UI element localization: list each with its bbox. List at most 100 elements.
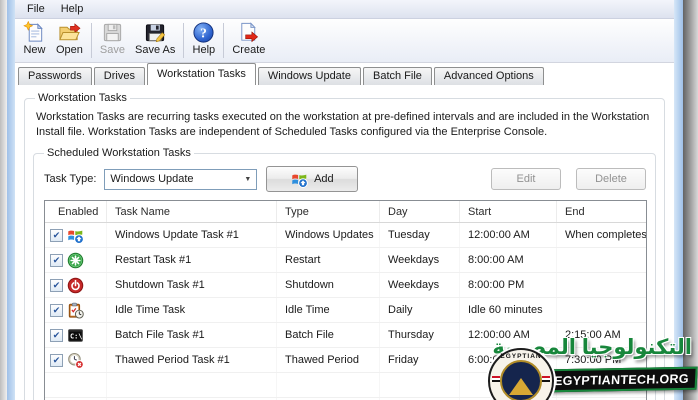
scheduled-tasks-table: EnabledTask NameTypeDayStartEnd ✔ Windows… [44, 200, 647, 400]
window-border-right-glass [674, 0, 683, 400]
tab-windows-update[interactable]: Windows Update [258, 67, 361, 85]
enabled-checkbox[interactable]: ✔ [50, 354, 63, 367]
cell-start: 12:00:00 AM [460, 323, 557, 347]
table-row[interactable]: ✔Windows Update Task #1Windows UpdatesTu… [45, 223, 646, 248]
window-border-left-glass [7, 0, 15, 400]
cell-empty [277, 373, 380, 397]
toolbar-button-create[interactable]: Create [227, 20, 270, 61]
toolbar-button-label: Save As [135, 44, 175, 57]
cell-task-name: Shutdown Task #1 [107, 273, 277, 297]
cell-type: Restart [277, 248, 380, 272]
group-workstation-tasks: Workstation Tasks Workstation Tasks are … [24, 92, 665, 400]
toolbar-button-save-as[interactable]: Save As [130, 20, 180, 61]
table-row-empty[interactable] [45, 373, 646, 398]
column-header-type[interactable]: Type [277, 201, 380, 222]
cell-day: Weekdays [380, 273, 460, 297]
task-type-label: Task Type: [44, 173, 96, 185]
saveas-icon [144, 21, 167, 44]
toolbar-button-label: Save [100, 44, 125, 57]
tab-drives[interactable]: Drives [94, 67, 145, 85]
app-window: FileHelp NewOpenSaveSave As?HelpCreate P… [0, 0, 698, 400]
menu-bar: FileHelp [15, 0, 674, 19]
toolbar-button-help[interactable]: ? Help [187, 20, 220, 61]
idle-time-icon [67, 302, 84, 319]
cell-empty [557, 373, 646, 397]
shutdown-icon [67, 277, 84, 294]
save-icon [101, 21, 124, 44]
add-button[interactable]: Add [266, 166, 358, 192]
tab-workstation-tasks[interactable]: Workstation Tasks [147, 63, 256, 85]
menu-file[interactable]: File [19, 2, 53, 16]
column-header-enabled[interactable]: Enabled [45, 201, 107, 222]
table-header: EnabledTask NameTypeDayStartEnd [45, 201, 646, 223]
task-type-selected-value: Windows Update [110, 173, 193, 185]
edit-button[interactable]: Edit [491, 168, 561, 190]
open-icon [58, 21, 81, 44]
cell-enabled: ✔ [45, 223, 107, 247]
cell-day: Friday [380, 348, 460, 372]
cell-enabled: ✔ C:\ [45, 323, 107, 347]
toolbar-button-label: Help [193, 44, 216, 57]
toolbar-button-save[interactable]: Save [95, 20, 130, 61]
group-scheduled-title: Scheduled Workstation Tasks [44, 147, 194, 159]
task-type-select[interactable]: Windows Update ▼ [104, 169, 257, 190]
cell-task-name: Batch File Task #1 [107, 323, 277, 347]
column-header-end[interactable]: End [557, 201, 646, 222]
cell-type: Windows Updates [277, 223, 380, 247]
cell-type: Batch File [277, 323, 380, 347]
svg-text:?: ? [201, 25, 208, 40]
column-header-day[interactable]: Day [380, 201, 460, 222]
table-row[interactable]: ✔C:\Batch File Task #1Batch FileThursday… [45, 323, 646, 348]
tab-strip: PasswordsDrivesWorkstation TasksWindows … [15, 63, 674, 85]
cell-day: Weekdays [380, 248, 460, 272]
toolbar-button-new[interactable]: New [18, 20, 51, 61]
toolbar-separator [183, 23, 184, 58]
tab-advanced-options[interactable]: Advanced Options [434, 67, 544, 85]
workstation-tasks-description: Workstation Tasks are recurring tasks ex… [36, 110, 656, 140]
tab-passwords[interactable]: Passwords [18, 67, 92, 85]
table-row[interactable]: ✔ Shutdown Task #1ShutdownWeekdays8:00:00… [45, 273, 646, 298]
cell-type: Thawed Period [277, 348, 380, 372]
column-header-start[interactable]: Start [460, 201, 557, 222]
cell-start: 8:00:00 PM [460, 273, 557, 297]
enabled-checkbox[interactable]: ✔ [50, 329, 63, 342]
cell-task-name: Windows Update Task #1 [107, 223, 277, 247]
cell-end: 7:30:00 PM [557, 348, 646, 372]
task-type-row: Task Type: Windows Update ▼ Add Edit Del… [44, 166, 646, 192]
toolbar-separator [91, 23, 92, 58]
cell-day: Daily [380, 298, 460, 322]
toolbar: New Open Save Save As? Help Create [15, 19, 674, 63]
cell-empty [107, 373, 277, 397]
column-header-task-name[interactable]: Task Name [107, 201, 277, 222]
enabled-checkbox[interactable]: ✔ [50, 304, 63, 317]
cell-task-name: Idle Time Task [107, 298, 277, 322]
svg-text:C:\: C:\ [70, 332, 82, 340]
cell-type: Idle Time [277, 298, 380, 322]
cell-empty [460, 373, 557, 397]
table-row[interactable]: ✔Idle Time TaskIdle TimeDailyIdle 60 min… [45, 298, 646, 323]
cell-type: Shutdown [277, 273, 380, 297]
toolbar-button-open[interactable]: Open [51, 20, 88, 61]
cell-task-name: Thawed Period Task #1 [107, 348, 277, 372]
toolbar-button-label: New [23, 44, 45, 57]
window-shadow-right [683, 0, 698, 400]
window-border-left [0, 0, 7, 400]
toolbar-button-label: Open [56, 44, 83, 57]
table-row[interactable]: ✔Restart Task #1RestartWeekdays8:00:00 A… [45, 248, 646, 273]
cell-enabled: ✔ [45, 273, 107, 297]
windows-update-icon [291, 171, 308, 188]
app-content: FileHelp NewOpenSaveSave As?HelpCreate P… [15, 0, 674, 400]
cell-task-name: Restart Task #1 [107, 248, 277, 272]
cell-end [557, 298, 646, 322]
delete-button[interactable]: Delete [576, 168, 646, 190]
cell-empty [45, 373, 107, 397]
cell-end: 2:15:00 AM [557, 323, 646, 347]
enabled-checkbox[interactable]: ✔ [50, 229, 63, 242]
menu-help[interactable]: Help [53, 2, 92, 16]
table-row[interactable]: ✔ Thawed Period Task #1Thawed PeriodFrida… [45, 348, 646, 373]
tab-batch-file[interactable]: Batch File [363, 67, 432, 85]
enabled-checkbox[interactable]: ✔ [50, 254, 63, 267]
enabled-checkbox[interactable]: ✔ [50, 279, 63, 292]
chevron-down-icon[interactable]: ▼ [239, 176, 256, 183]
cell-end [557, 273, 646, 297]
